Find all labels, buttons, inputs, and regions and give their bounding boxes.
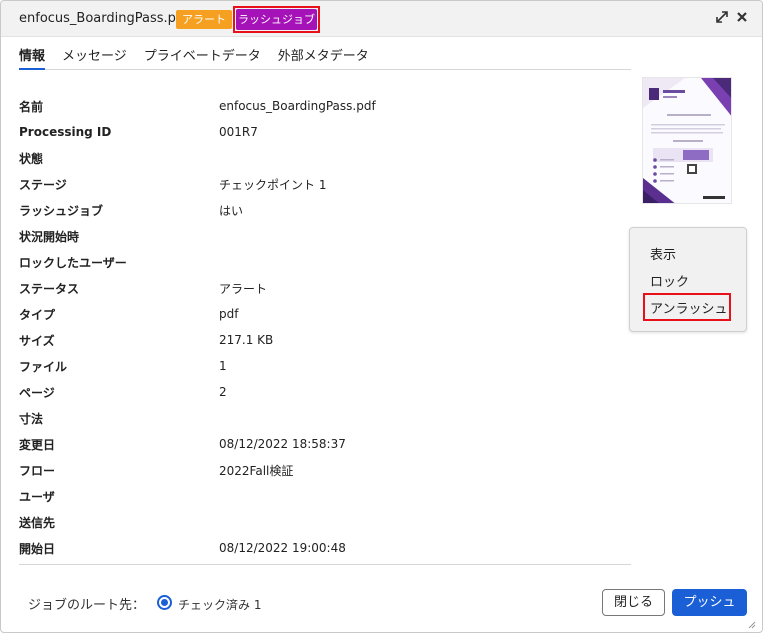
property-row-status: ステータス アラート [19, 275, 631, 301]
properties-divider [19, 564, 631, 565]
property-label: 寸法 [19, 411, 44, 426]
property-label: フロー [19, 463, 56, 478]
job-details-dialog: enfocus_BoardingPass.pdf アラート ラッシュジョブ 情報… [0, 0, 763, 633]
property-label: 送信先 [19, 515, 56, 530]
route-option-label[interactable]: チェック済み 1 [178, 596, 261, 613]
property-row-files: ファイル 1 [19, 353, 631, 379]
properties-list: 名前 enfocus_BoardingPass.pdf Processing ID… [19, 93, 631, 561]
tab-info[interactable]: 情報 [19, 47, 46, 70]
menu-item-view[interactable]: 表示 [650, 244, 676, 263]
property-row-user: ユーザ [19, 483, 631, 509]
property-value: 08/12/2022 19:00:48 [219, 541, 346, 555]
property-value: アラート [219, 281, 268, 296]
property-row-pages: ページ 2 [19, 379, 631, 405]
property-value: 217.1 KB [219, 333, 274, 347]
property-row-processing-id: Processing ID 001R7 [19, 119, 631, 145]
property-row-dimensions: 寸法 [19, 405, 631, 431]
resize-grip-icon[interactable] [746, 618, 756, 629]
property-value: はい [219, 203, 244, 218]
property-row-locked-by: ロックしたユーザー [19, 249, 631, 275]
property-value: チェックポイント 1 [219, 177, 327, 192]
tab-external-metadata[interactable]: 外部メタデータ [278, 47, 369, 70]
property-value: 001R7 [219, 125, 258, 139]
property-row-modified: 変更日 08/12/2022 18:58:37 [19, 431, 631, 457]
tab-messages[interactable]: メッセージ [62, 47, 127, 70]
property-label: ロックしたユーザー [19, 255, 127, 270]
push-button[interactable]: プッシュ [672, 589, 747, 616]
property-label: ステータス [19, 281, 80, 296]
property-label: ステージ [19, 177, 67, 192]
property-row-size: サイズ 217.1 KB [19, 327, 631, 353]
rush-job-badge: ラッシュジョブ [236, 9, 317, 30]
route-radio[interactable] [157, 595, 172, 610]
tab-private-data[interactable]: プライベートデータ [144, 47, 261, 70]
property-label: 状況開始時 [19, 229, 80, 244]
property-row-name: 名前 enfocus_BoardingPass.pdf [19, 93, 631, 119]
alert-badge: アラート [176, 10, 232, 29]
context-menu: 表示 ロック アンラッシュ [629, 227, 747, 332]
property-row-type: タイプ pdf [19, 301, 631, 327]
expand-icon[interactable] [716, 11, 728, 25]
property-row-state: 状態 [19, 145, 631, 171]
menu-item-unrush[interactable]: アンラッシュ [650, 298, 727, 317]
property-label: ユーザ [19, 489, 55, 504]
menu-item-lock[interactable]: ロック [650, 271, 689, 290]
property-label: ファイル [19, 359, 68, 374]
close-icon[interactable] [736, 11, 748, 25]
close-button[interactable]: 閉じる [602, 589, 665, 616]
dialog-header: enfocus_BoardingPass.pdf アラート ラッシュジョブ [1, 1, 762, 37]
property-label: 開始日 [19, 541, 56, 556]
property-value: pdf [219, 307, 239, 321]
property-label: 状態 [19, 151, 44, 166]
property-label: 変更日 [19, 437, 56, 452]
property-label: Processing ID [19, 125, 112, 139]
property-row-stage: ステージ チェックポイント 1 [19, 171, 631, 197]
property-label: ページ [19, 385, 55, 400]
property-value: enfocus_BoardingPass.pdf [219, 99, 376, 113]
property-value: 1 [219, 359, 227, 373]
dialog-title: enfocus_BoardingPass.pdf [19, 11, 189, 26]
property-row-flow: フロー 2022Fall検証 [19, 457, 631, 483]
route-label: ジョブのルート先： [28, 598, 146, 613]
property-row-destination: 送信先 [19, 509, 631, 535]
tab-bar: 情報 メッセージ プライベートデータ 外部メタデータ [19, 47, 631, 70]
document-thumbnail [642, 77, 732, 204]
window-controls [716, 11, 748, 25]
property-label: サイズ [19, 333, 55, 348]
property-row-start-date: 開始日 08/12/2022 19:00:48 [19, 535, 631, 561]
property-label: 名前 [19, 99, 44, 114]
property-row-rush-job: ラッシュジョブ はい [19, 197, 631, 223]
property-label: タイプ [19, 307, 56, 322]
property-value: 08/12/2022 18:58:37 [219, 437, 346, 451]
property-value: 2 [219, 385, 227, 399]
property-row-state-start: 状況開始時 [19, 223, 631, 249]
property-value: 2022Fall検証 [219, 463, 294, 478]
property-label: ラッシュジョブ [19, 203, 104, 218]
